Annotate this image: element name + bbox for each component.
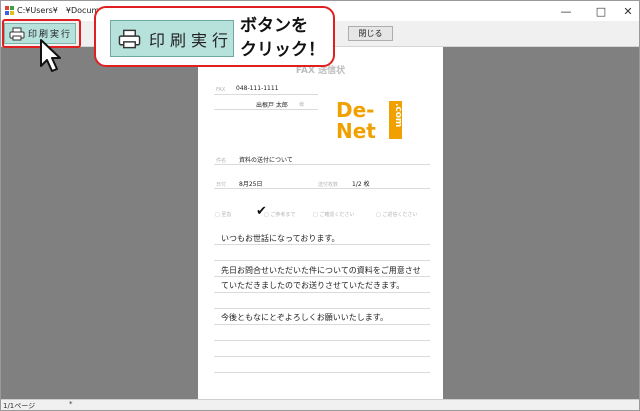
divider [214, 188, 430, 189]
checkbox-confirm: □ ご確認ください [313, 212, 355, 218]
status-page-count: 1/1ページ [3, 402, 36, 410]
body-line-2: 先日お問合せいただいた件についての資料をご用意させ [221, 266, 421, 275]
checkbox-urgent: □ 至急 [215, 212, 232, 218]
instruction-callout: 印刷実行 ボタンを クリック！ [94, 6, 335, 67]
honorific: 様 [299, 102, 305, 108]
pages-label: 送付枚数 [318, 182, 339, 188]
callout-button-label: 印刷実行 [148, 30, 233, 50]
subject-label: 件名 [216, 158, 227, 164]
callout-text: ボタンを クリック！ [240, 14, 325, 62]
svg-text:.com: .com [393, 103, 403, 127]
divider [214, 109, 318, 110]
divider [214, 356, 430, 357]
status-bar: 1/1ページ * [1, 399, 639, 410]
printer-icon [118, 29, 141, 48]
divider [214, 244, 430, 245]
body-line-3: ていただきましたのでお送りさせていただきます。 [221, 281, 405, 290]
date-label: 日付 [216, 182, 227, 188]
divider [214, 372, 430, 373]
checkbox-reply: □ ご返信ください [376, 212, 418, 218]
print-preview-window: C:¥Users¥ ¥Documents¥ — □ ✕ 印刷実行 閉じる FAX… [0, 0, 640, 411]
maximize-button[interactable]: □ [586, 1, 616, 21]
status-modified-mark: * [69, 400, 73, 408]
callout-print-button: 印刷実行 [110, 20, 234, 57]
checkbox-reference: □ ご参考まで [264, 212, 296, 218]
divider [214, 260, 430, 261]
divider [214, 324, 430, 325]
divider [214, 308, 430, 309]
checkmark-icon: ✔ [256, 204, 267, 219]
recipient-name: 出根戸 太郎 [256, 102, 288, 109]
fax-number-label: FAX [216, 87, 226, 93]
divider [214, 292, 430, 293]
close-button[interactable]: 閉じる [348, 26, 393, 41]
pages-count: 1/2 枚 [352, 181, 370, 188]
subject: 資料の送付について [239, 157, 293, 164]
body-line-4: 今後ともなにとぞよろしくお願いいたします。 [221, 313, 388, 322]
divider [214, 276, 430, 277]
fax-page: FAX 送信状 FAX 048-111-1111 出根戸 太郎 様 De- Ne… [198, 47, 443, 399]
minimize-button[interactable]: — [551, 1, 581, 21]
svg-text:Net: Net [336, 119, 376, 141]
mouse-cursor-icon [40, 39, 61, 72]
app-icon [5, 6, 14, 15]
de-net-logo: De- Net .com [335, 97, 405, 141]
callout-text-line-2: クリック！ [240, 40, 325, 60]
body-line-1: いつもお世話になっております。 [221, 234, 340, 243]
divider [214, 340, 430, 341]
divider [214, 164, 430, 165]
divider [214, 94, 318, 95]
fax-number: 048-111-1111 [236, 85, 279, 92]
callout-text-line-1: ボタンを [240, 16, 308, 36]
close-window-button[interactable]: ✕ [613, 1, 639, 21]
date: 8月25日 [239, 181, 263, 188]
